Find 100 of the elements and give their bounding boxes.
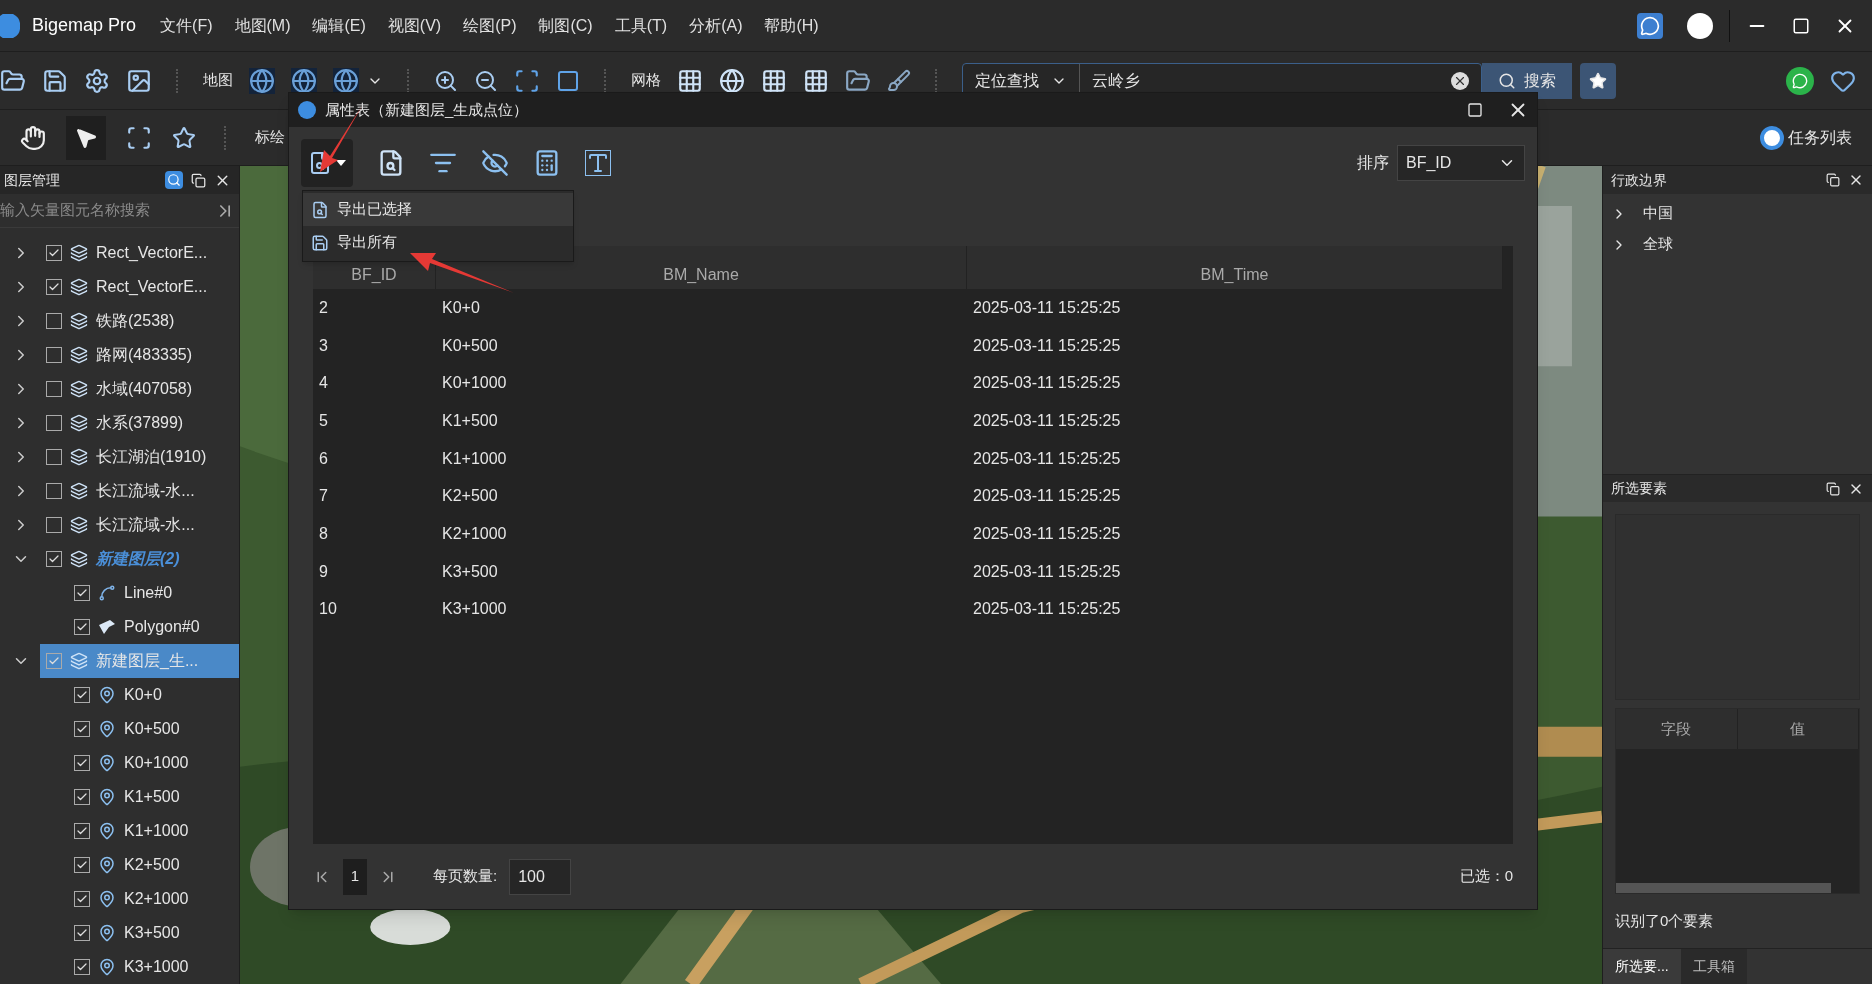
grid-icon[interactable]: [803, 67, 829, 94]
open-folder-icon[interactable]: [0, 67, 26, 94]
layer-tree-item[interactable]: K0+500: [0, 712, 239, 746]
image-icon[interactable]: [126, 67, 152, 94]
checkbox[interactable]: [74, 619, 90, 635]
checkbox[interactable]: [74, 585, 90, 601]
globe-grid-icon[interactable]: [719, 67, 745, 94]
save-icon[interactable]: [42, 67, 68, 94]
page-size-field[interactable]: 100: [509, 858, 572, 895]
layer-tree-item[interactable]: 长江湖泊(1910): [40, 440, 239, 474]
panel-tab[interactable]: 工具箱: [1680, 949, 1747, 984]
layer-tree-item[interactable]: 长江流域-水...: [40, 508, 239, 542]
menu-item[interactable]: 视图(V): [387, 13, 442, 38]
checkbox[interactable]: [46, 653, 62, 669]
layer-name: 路网(483335): [96, 345, 193, 365]
maximize-icon[interactable]: [1467, 102, 1483, 118]
menu-item[interactable]: 绘图(P): [463, 13, 517, 38]
checkbox[interactable]: [74, 959, 90, 975]
layer-tree-item[interactable]: 新建图层(2): [40, 542, 239, 576]
float-panel-icon[interactable]: [1826, 481, 1840, 496]
panel-tab[interactable]: 所选要...: [1603, 949, 1681, 984]
checkbox[interactable]: [74, 789, 90, 805]
checkbox[interactable]: [74, 891, 90, 907]
checkbox[interactable]: [46, 381, 62, 397]
layer-tree-item[interactable]: Rect_VectorE...: [40, 236, 239, 270]
checkbox[interactable]: [74, 823, 90, 839]
column-header[interactable]: BM_Time: [967, 246, 1503, 289]
checkbox[interactable]: [46, 517, 62, 533]
checkbox[interactable]: [46, 551, 62, 567]
checkbox[interactable]: [46, 415, 62, 431]
search-button[interactable]: 搜索: [1482, 62, 1572, 99]
checkbox[interactable]: [74, 925, 90, 941]
brush-icon[interactable]: [887, 68, 911, 93]
layer-tree-item[interactable]: K2+1000: [0, 882, 239, 916]
float-panel-icon[interactable]: [191, 172, 206, 188]
zoom-in-icon[interactable]: [434, 68, 458, 93]
checkbox[interactable]: [46, 449, 62, 465]
layer-tree-item[interactable]: Line#0: [0, 576, 239, 610]
favorite-button[interactable]: [1580, 62, 1616, 99]
boundary-tree-item[interactable]: 全球: [1603, 229, 1872, 260]
search-field[interactable]: 云岭乡: [1080, 68, 1451, 93]
wechat-icon[interactable]: [1786, 66, 1814, 95]
layer-tree-item[interactable]: K2+500: [0, 848, 239, 882]
grid-icon[interactable]: [677, 67, 703, 94]
menu-item[interactable]: 编辑(E): [312, 13, 366, 38]
menu-item[interactable]: 分析(A): [689, 13, 743, 38]
zoom-out-icon[interactable]: [474, 68, 498, 93]
map-thumbnail-icon[interactable]: [249, 67, 275, 94]
select-tool-button[interactable]: [66, 115, 106, 160]
layer-tree-item[interactable]: K3+1000: [0, 950, 239, 984]
text-field-icon[interactable]: [585, 150, 611, 176]
menu-item[interactable]: 文件(F): [160, 13, 213, 38]
layer-tree-item[interactable]: 铁路(2538): [40, 304, 239, 338]
full-extent-icon[interactable]: [556, 68, 580, 93]
layer-tree-item[interactable]: K3+500: [0, 916, 239, 950]
hide-icon[interactable]: [481, 149, 509, 177]
box-select-icon[interactable]: [126, 124, 152, 151]
menu-item[interactable]: 制图(C): [538, 13, 593, 38]
export-csv-button[interactable]: [301, 139, 353, 187]
layer-tree-item[interactable]: K1+500: [0, 780, 239, 814]
menu-item[interactable]: 帮助(H): [764, 13, 819, 38]
menu-item[interactable]: 工具(T): [614, 13, 668, 38]
checkbox[interactable]: [46, 347, 62, 363]
checkbox[interactable]: [46, 483, 62, 499]
map-thumbnail-icon[interactable]: [333, 67, 359, 94]
layer-search-field[interactable]: 输入矢量图元名称搜索: [0, 199, 215, 222]
pan-hand-icon[interactable]: [20, 124, 46, 151]
menu-item[interactable]: 导出已选择: [303, 193, 573, 226]
zoom-extent-icon[interactable]: [514, 67, 540, 94]
checkbox[interactable]: [46, 313, 62, 329]
clear-icon[interactable]: [1451, 71, 1469, 90]
avatar-icon[interactable]: [1687, 12, 1713, 39]
layer-tree-item[interactable]: 路网(483335): [40, 338, 239, 372]
boundary-tree-item[interactable]: 中国: [1603, 198, 1872, 229]
sort-select[interactable]: BF_ID: [1397, 145, 1525, 181]
checkbox[interactable]: [46, 245, 62, 261]
search-icon[interactable]: [165, 171, 183, 189]
grid-icon[interactable]: [761, 67, 787, 94]
checkbox[interactable]: [46, 279, 62, 295]
settings-icon[interactable]: [84, 67, 110, 94]
layer-tree-item[interactable]: Rect_VectorE...: [40, 270, 239, 304]
checkbox[interactable]: [74, 755, 90, 771]
map-thumbnail-icon[interactable]: [291, 67, 317, 94]
menu-item[interactable]: 地图(M): [234, 13, 291, 38]
folder-icon[interactable]: [845, 67, 871, 94]
layer-tree-item[interactable]: 水系(37899): [40, 406, 239, 440]
layer-tree-item[interactable]: 长江流域-水...: [40, 474, 239, 508]
layer-tree-item[interactable]: K0+1000: [0, 746, 239, 780]
maximize-icon[interactable]: [1792, 16, 1810, 35]
layer-tree-item[interactable]: K1+1000: [0, 814, 239, 848]
task-list-button[interactable]: 任务列表: [1760, 125, 1852, 150]
layer-tree-item[interactable]: 水域(407058): [40, 372, 239, 406]
layer-tree-item[interactable]: K0+0: [0, 678, 239, 712]
checkbox[interactable]: [74, 687, 90, 703]
float-panel-icon[interactable]: [1826, 173, 1840, 187]
chat-icon[interactable]: [1637, 12, 1663, 39]
checkbox[interactable]: [74, 857, 90, 873]
layer-tree-item[interactable]: Polygon#0: [0, 610, 239, 644]
checkbox[interactable]: [74, 721, 90, 737]
page-number[interactable]: 1: [343, 858, 367, 895]
